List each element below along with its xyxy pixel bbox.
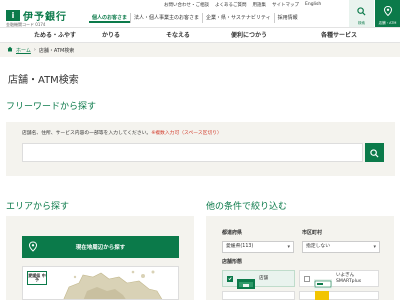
- area-section-title: エリアから探す: [6, 202, 70, 212]
- locate-nearby-label: 現在地周辺から探す: [75, 245, 126, 251]
- branch-thumbnail: [237, 274, 255, 289]
- util-link-english[interactable]: English: [305, 2, 321, 8]
- search-button[interactable]: 検索: [348, 0, 374, 27]
- store-type-option-label: 店舗: [259, 275, 269, 281]
- search-hint-note: ※複数入力可（スペース区切り）: [151, 131, 222, 136]
- nav-convenient[interactable]: 便利につかう: [231, 28, 267, 43]
- bank-logo[interactable]: i 伊予銀行: [6, 8, 67, 23]
- city-select-value: 指定しない: [306, 244, 330, 249]
- utility-links: お問い合わせ・ご相談 よくあるご質問 用語集 サイトマップ English: [164, 2, 321, 8]
- location-pin-icon: [28, 241, 38, 254]
- breadcrumb-separator: ›: [33, 47, 36, 53]
- breadcrumb-home-link[interactable]: ホーム: [16, 47, 31, 54]
- store-type-option-label: いよぎん SMARTplus: [336, 273, 362, 284]
- home-icon: [7, 46, 13, 54]
- store-type-option-smartplus[interactable]: いよぎん SMARTplus: [299, 270, 379, 289]
- util-link-faq[interactable]: よくあるご質問: [215, 2, 247, 8]
- nav-services[interactable]: 各種サービス: [321, 28, 357, 43]
- search-icon: [357, 1, 366, 20]
- nav-save-invest[interactable]: ためる・ふやす: [34, 28, 76, 43]
- filter-section-title: 他の条件で絞り込む: [206, 202, 288, 212]
- chevron-down-icon: ▾: [373, 244, 376, 250]
- area-map[interactable]: 愛媛県 中予: [22, 266, 179, 300]
- breadcrumb: ホーム › 店舗・ATM検索: [0, 43, 400, 57]
- prefecture-label: 都道府県: [222, 230, 243, 236]
- tab-recruit[interactable]: 採用情報: [273, 13, 301, 23]
- locate-nearby-button[interactable]: 現在地周辺から探す: [22, 236, 179, 258]
- util-link-contact[interactable]: お問い合わせ・ご相談: [164, 2, 209, 8]
- freeword-section-title: フリーワードから探す: [6, 102, 97, 112]
- prefecture-select[interactable]: 愛媛県(113) ▾: [222, 241, 294, 253]
- store-atm-button-label: 店舗・ATM: [378, 21, 397, 25]
- site-header: i 伊予銀行 金融機関コード 0174 お問い合わせ・ご相談 よくあるご質問 用…: [0, 0, 400, 27]
- freeword-search-input[interactable]: [22, 143, 363, 162]
- util-link-sitemap[interactable]: サイトマップ: [272, 2, 299, 8]
- search-hint: 店舗名、住所、サービス内容の一部等を入力してください。※複数入力可（スペース区切…: [22, 129, 222, 136]
- search-icon: [370, 143, 379, 162]
- city-select[interactable]: 指定しない ▾: [302, 241, 380, 253]
- tab-personal[interactable]: 個人のお客さま: [89, 13, 131, 23]
- nav-borrow[interactable]: かりる: [102, 28, 120, 43]
- tab-company-info[interactable]: 企業・県・サステナビリティ: [202, 13, 274, 23]
- store-type-option-branch[interactable]: 店舗: [222, 270, 295, 289]
- header-icon-buttons: 検索 店舗・ATM: [348, 0, 400, 27]
- filter-panel: 都道府県 愛媛県(113) ▾ 市区町村 指定しない ▾ 店舗形態 店舗 いよぎ…: [206, 216, 394, 300]
- yellow-thumbnail: [315, 291, 329, 300]
- logo-mark: i: [6, 10, 20, 21]
- search-hint-text: 店舗名、住所、サービス内容の一部等を入力してください。: [22, 131, 152, 136]
- store-type-label: 店舗形態: [222, 259, 243, 265]
- store-atm-button[interactable]: 店舗・ATM: [374, 0, 400, 27]
- freeword-search-panel: 店舗名、住所、サービス内容の一部等を入力してください。※複数入力可（スペース区切…: [6, 122, 395, 176]
- tab-corporate[interactable]: 法人・個人事業主のお客さま: [130, 13, 202, 23]
- nav-insure[interactable]: そなえる: [166, 28, 190, 43]
- breadcrumb-current: 店舗・ATM検索: [38, 47, 75, 54]
- location-pin-icon: [383, 1, 392, 20]
- search-button-label: 検索: [358, 21, 365, 25]
- map-region-label[interactable]: 愛媛県 中予: [27, 271, 47, 285]
- store-type-option-3[interactable]: [222, 291, 295, 300]
- store-type-option-4[interactable]: [299, 291, 379, 300]
- checkbox-unchecked[interactable]: [304, 275, 310, 282]
- logo-text: 伊予銀行: [23, 12, 67, 23]
- segment-tabs: 個人のお客さま 法人・個人事業主のお客さま 企業・県・サステナビリティ 採用情報: [89, 13, 301, 23]
- page-title: 店舗・ATM検索: [8, 75, 79, 86]
- area-search-panel: 現在地周辺から探す 愛媛県 中予: [6, 216, 194, 300]
- checkbox-checked[interactable]: [227, 275, 233, 282]
- freeword-search-button[interactable]: [365, 143, 384, 162]
- chevron-down-icon: ▾: [287, 244, 290, 250]
- util-link-glossary[interactable]: 用語集: [253, 2, 267, 8]
- smartplus-thumbnail: [314, 274, 332, 289]
- prefecture-select-value: 愛媛県(113): [226, 244, 254, 249]
- global-nav: ためる・ふやす かりる そなえる 便利につかう 各種サービス: [0, 27, 400, 43]
- city-label: 市区町村: [302, 230, 323, 236]
